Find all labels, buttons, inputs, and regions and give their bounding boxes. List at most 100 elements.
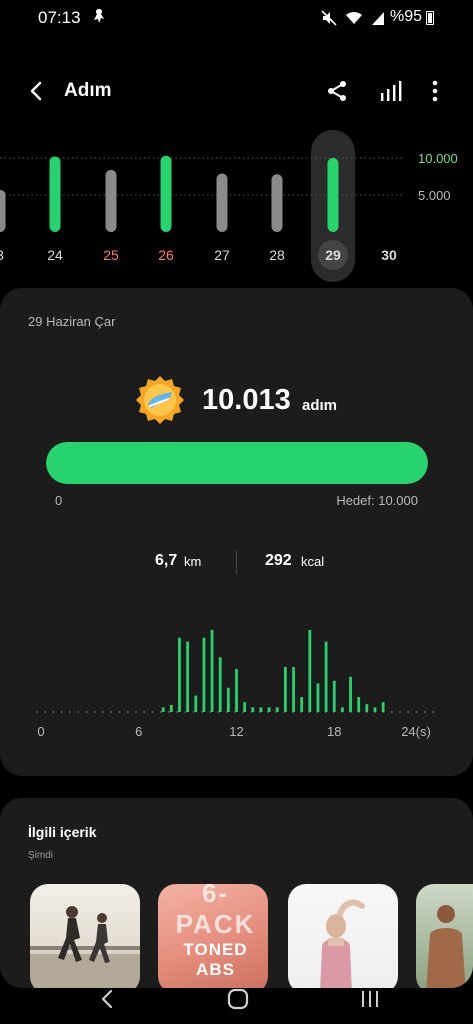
related-title: İlgili içerik — [28, 824, 97, 840]
nav-back-button[interactable] — [96, 988, 120, 1012]
day-bar[interactable] — [105, 169, 117, 232]
hourly-bar — [259, 707, 263, 712]
baseline-dot — [118, 711, 121, 713]
baseline-dot — [36, 711, 38, 713]
day-bar[interactable] — [49, 156, 61, 232]
baseline-dot — [135, 711, 137, 713]
calories-unit: kcal — [301, 554, 325, 569]
day-bar[interactable] — [160, 155, 172, 232]
hourly-steps-chart: 0 6 12 18 24(s) — [36, 629, 434, 739]
baseline-dot — [399, 711, 401, 713]
hourly-bar — [324, 641, 328, 712]
baseline-dot — [126, 711, 129, 713]
baseline-dot — [85, 711, 88, 713]
hourly-bar — [357, 697, 361, 712]
y-tick-label: 5.000 — [418, 188, 451, 203]
stats-button[interactable] — [376, 76, 406, 106]
app-header: Adım — [0, 64, 473, 120]
baseline-dot — [143, 711, 146, 713]
day-bar[interactable] — [216, 173, 228, 232]
more-button[interactable] — [422, 76, 448, 106]
x-tick-label: 6 — [135, 724, 142, 739]
hourly-bar — [267, 707, 271, 712]
day-label[interactable]: 30 — [381, 247, 397, 263]
baseline-dot — [423, 711, 426, 713]
step-count: 10.013 — [202, 384, 291, 416]
mute-icon — [321, 10, 337, 26]
day-label[interactable]: 25 — [103, 247, 119, 263]
x-tick-label: 0 — [37, 724, 44, 739]
hourly-bar — [292, 667, 295, 712]
day-label[interactable]: 27 — [214, 247, 230, 263]
day-label[interactable]: 26 — [158, 247, 174, 263]
baseline-dot — [390, 711, 393, 713]
hourly-bar — [186, 641, 190, 712]
system-nav-bar — [0, 988, 473, 1024]
daily-steps-chart[interactable]: 10.000 5.000 3 24 25 26 27 28 29 30 — [0, 128, 473, 288]
day-label[interactable]: 28 — [269, 247, 285, 263]
hourly-bar — [202, 637, 206, 712]
y-tick-label: 10.000 — [418, 151, 458, 166]
day-bar[interactable] — [327, 157, 339, 232]
day-bar[interactable] — [271, 174, 283, 232]
wifi-icon — [346, 12, 363, 25]
hourly-bar — [308, 629, 312, 712]
nav-home-icon — [227, 988, 249, 1010]
back-arrow-icon — [30, 81, 42, 101]
six-pack-toned-abs-thumbnail[interactable]: 6-PACK TONED ABS — [158, 884, 268, 988]
nav-recents-button[interactable] — [358, 988, 382, 1012]
baseline-dot — [407, 711, 410, 713]
outdoor-workout-thumbnail[interactable] — [416, 884, 473, 988]
baseline-dot — [52, 711, 55, 713]
more-vertical-icon — [432, 80, 438, 102]
x-tick-label: 18 — [327, 724, 341, 739]
back-button[interactable] — [22, 76, 52, 106]
baseline-dot — [60, 711, 63, 713]
thumbnail-caption-line1: 6-PACK — [175, 884, 256, 939]
status-bar: 07:13 %95 — [0, 0, 473, 36]
nav-back-icon — [101, 989, 113, 1009]
baseline-dot — [44, 711, 47, 713]
hourly-bar — [235, 669, 238, 712]
hourly-bar — [373, 707, 377, 712]
hourly-bar — [243, 702, 247, 712]
x-tick-label: 24(s) — [401, 724, 431, 739]
nav-home-button[interactable] — [226, 988, 250, 1012]
page-title: Adım — [64, 80, 112, 101]
hourly-bar — [194, 695, 198, 712]
day-label[interactable]: 3 — [0, 247, 4, 263]
baseline-dot — [159, 711, 162, 713]
share-icon — [328, 81, 346, 101]
baseline-dot — [93, 711, 96, 713]
battery-icon — [426, 11, 434, 25]
day-bar[interactable] — [0, 189, 6, 232]
baseline-dot — [184, 711, 187, 713]
calories-value: 292 — [265, 552, 292, 569]
running-couple-thumbnail[interactable] — [30, 884, 140, 988]
selected-date: 29 Haziran Çar — [28, 314, 116, 329]
day-label[interactable]: 24 — [47, 247, 63, 263]
baseline-dot — [110, 711, 113, 713]
day-label[interactable]: 29 — [325, 247, 341, 263]
step-unit: adım — [302, 397, 338, 414]
hourly-bar — [381, 702, 385, 712]
progress-goal-label: Hedef: 10.000 — [336, 493, 418, 508]
status-icons — [321, 9, 385, 26]
baseline-dot — [151, 711, 154, 713]
hourly-bar — [349, 676, 352, 712]
hourly-bar — [169, 704, 173, 712]
status-time: 07:13 — [38, 8, 81, 27]
related-content-card: İlgili içerik Şimdi 6-PACK TONED ABS — [0, 798, 473, 988]
share-button[interactable] — [322, 76, 352, 106]
stats-divider — [236, 550, 237, 574]
hourly-bar — [316, 683, 320, 712]
hourly-bar — [332, 680, 336, 712]
stretching-woman-thumbnail[interactable] — [288, 884, 398, 988]
baseline-dot — [77, 711, 80, 713]
app-notification-icon — [92, 8, 106, 28]
thumbnail-caption: 6-PACK TONED ABS — [168, 884, 263, 980]
baseline-dot — [432, 711, 434, 713]
hourly-bar — [218, 657, 222, 712]
goal-progress-bar — [46, 442, 428, 484]
distance-unit: km — [184, 554, 202, 569]
